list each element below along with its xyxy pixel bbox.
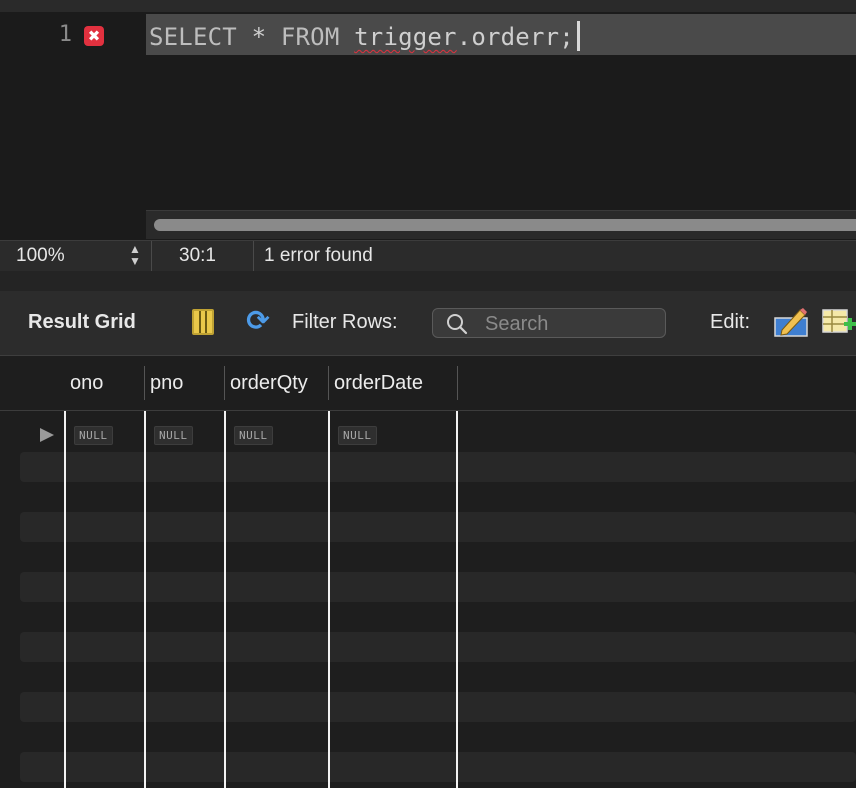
current-row-indicator-icon xyxy=(40,428,54,442)
sql-statement[interactable]: SELECT * FROM trigger.orderr; xyxy=(149,21,580,51)
editor-status-bar: 100% ▲ ▼ 30:1 1 error found xyxy=(0,240,856,271)
scrollbar-thumb[interactable] xyxy=(154,219,856,231)
result-toolbar: Result Grid ⟳ Filter Rows: Edit: xyxy=(0,291,856,356)
column-header-orderqty[interactable]: orderQty xyxy=(225,366,329,400)
editor-top-edge xyxy=(0,0,856,12)
filter-search-box[interactable] xyxy=(432,308,666,338)
search-icon xyxy=(447,314,468,335)
column-divider[interactable] xyxy=(456,411,458,788)
cell-orderdate-null[interactable]: NULL xyxy=(338,426,377,445)
edit-label: Edit: xyxy=(710,311,751,333)
panel-separator xyxy=(0,271,856,291)
column-divider[interactable] xyxy=(144,411,146,788)
sql-table-name: orderr xyxy=(471,23,560,51)
column-header-ono[interactable]: ono xyxy=(65,366,145,400)
sql-semicolon: ; xyxy=(559,23,574,51)
cell-pno-null[interactable]: NULL xyxy=(154,426,193,445)
filter-search-input[interactable] xyxy=(483,311,663,337)
result-grid[interactable]: ono pno orderQty orderDate NULL NULL NUL… xyxy=(0,356,856,788)
text-caret xyxy=(576,21,580,51)
line-number: 1 xyxy=(58,22,72,47)
column-header-orderdate[interactable]: orderDate xyxy=(329,366,458,400)
sql-star: * xyxy=(251,23,267,51)
sql-keyword-from: FROM xyxy=(280,23,340,51)
current-code-line[interactable]: SELECT * FROM trigger.orderr; xyxy=(146,14,856,55)
horizontal-scrollbar[interactable] xyxy=(146,210,856,239)
sql-editor[interactable]: 1 ✖ SELECT * FROM trigger.orderr; xyxy=(0,12,856,240)
add-row-icon[interactable] xyxy=(822,308,856,336)
filter-rows-label: Filter Rows: xyxy=(292,311,398,333)
error-marker-icon[interactable]: ✖ xyxy=(84,26,104,46)
error-status-message: 1 error found xyxy=(264,245,373,266)
cell-ono-null[interactable]: NULL xyxy=(74,426,113,445)
result-grid-tab[interactable]: Result Grid xyxy=(28,311,136,334)
sql-keyword-select: SELECT xyxy=(149,23,237,51)
cell-orderqty-null[interactable]: NULL xyxy=(234,426,273,445)
sql-workbench-window: 1 ✖ SELECT * FROM trigger.orderr; 100% ▲… xyxy=(0,0,856,788)
status-divider xyxy=(253,241,254,271)
cursor-position: 30:1 xyxy=(179,245,216,266)
column-divider[interactable] xyxy=(64,411,66,788)
editor-gutter: 1 ✖ xyxy=(0,12,146,240)
sql-dot: . xyxy=(456,23,472,51)
sql-schema-name-error: trigger xyxy=(354,23,457,51)
grid-layout-icon[interactable] xyxy=(192,309,214,335)
grid-header-row: ono pno orderQty orderDate xyxy=(0,356,856,411)
refresh-icon[interactable]: ⟳ xyxy=(241,306,275,336)
column-divider[interactable] xyxy=(328,411,330,788)
column-header-pno[interactable]: pno xyxy=(145,366,225,400)
zoom-level[interactable]: 100% xyxy=(16,245,65,267)
edit-pencil-icon[interactable] xyxy=(774,306,808,338)
status-divider xyxy=(151,241,152,271)
column-divider[interactable] xyxy=(224,411,226,788)
zoom-stepper-icon[interactable]: ▲ ▼ xyxy=(126,243,144,269)
